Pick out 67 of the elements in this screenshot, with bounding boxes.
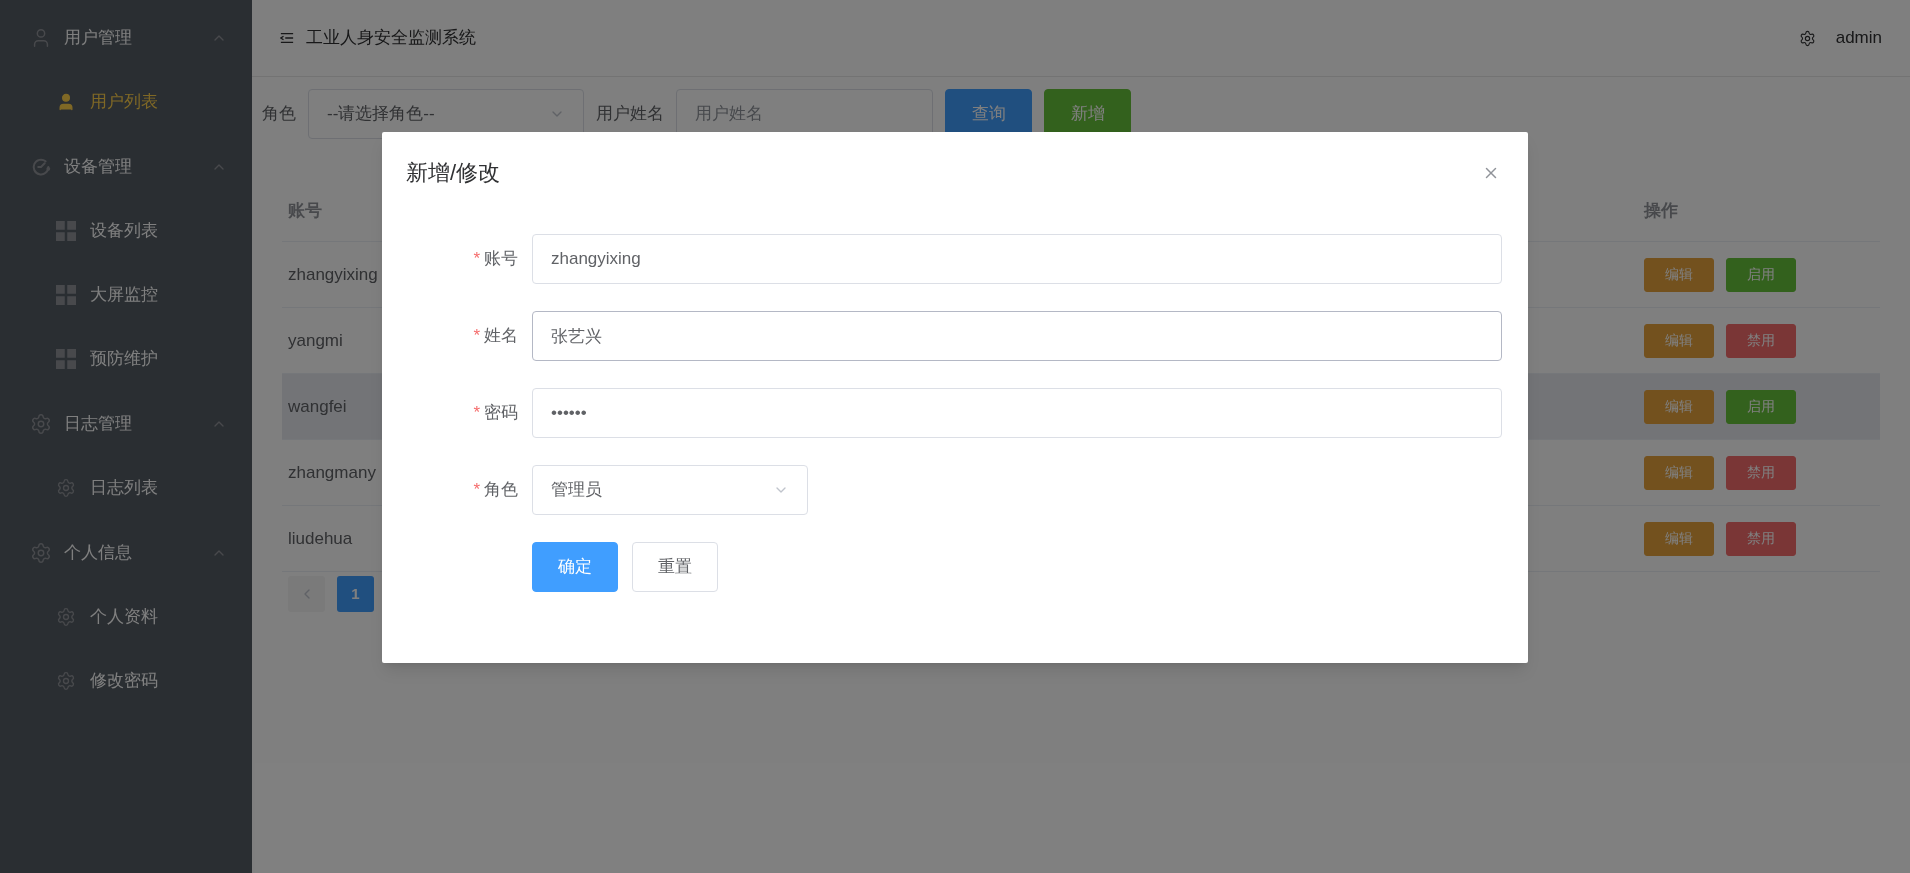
menu-group-label: 设备管理 <box>64 155 133 178</box>
menu-group[interactable]: 用户管理 <box>0 5 252 70</box>
menu-group[interactable]: 个人信息 <box>0 520 252 585</box>
settings-icon[interactable] <box>1798 29 1816 47</box>
menu-item[interactable]: 日志列表 <box>0 456 252 520</box>
menu-item[interactable]: 个人资料 <box>0 585 252 649</box>
menu-item[interactable]: 预防维护 <box>0 327 252 391</box>
row-action-button[interactable]: 编辑 <box>1644 323 1714 358</box>
menu-icon[interactable] <box>280 31 294 45</box>
menu-item-label: 用户列表 <box>90 91 158 114</box>
text-field[interactable]: 张艺兴 <box>532 311 1502 361</box>
menu-item-label: 修改密码 <box>90 670 158 693</box>
dialog-button[interactable]: 确定 <box>532 542 618 592</box>
grid-icon <box>56 221 76 241</box>
gear-icon <box>56 478 76 498</box>
menu-group[interactable]: 设备管理 <box>0 134 252 199</box>
gear-icon <box>30 541 52 564</box>
menu-item-label: 个人资料 <box>90 606 158 629</box>
required-mark: * <box>473 248 480 271</box>
table-cell-text: liudehua <box>288 527 353 550</box>
menu-item-label: 设备列表 <box>90 220 158 243</box>
required-mark: * <box>473 479 480 502</box>
menu-group-label: 个人信息 <box>64 541 133 564</box>
row-action-button[interactable]: 禁用 <box>1726 323 1796 358</box>
field-label: 账号 <box>484 248 518 271</box>
row-action-button[interactable]: 编辑 <box>1644 257 1714 292</box>
text-field[interactable]: zhangyixing <box>532 234 1502 284</box>
menu-item[interactable]: 修改密码 <box>0 649 252 713</box>
menu-item[interactable]: 用户列表 <box>0 70 252 134</box>
table-cell-text: zhangyixing <box>288 263 378 286</box>
row-action-button[interactable]: 禁用 <box>1726 455 1796 490</box>
menu-group[interactable]: 日志管理 <box>0 391 252 456</box>
page-button[interactable]: 1 <box>337 576 374 612</box>
gear-icon <box>56 607 76 627</box>
role-label: 角色 <box>262 103 296 126</box>
text-field[interactable]: •••••• <box>532 388 1502 438</box>
role-select[interactable]: 管理员 <box>532 465 808 515</box>
app-title: 工业人身安全监测系统 <box>306 27 477 50</box>
menu-group-label: 日志管理 <box>64 412 133 435</box>
menu-item[interactable]: 大屏监控 <box>0 263 252 327</box>
grid-icon <box>56 349 76 369</box>
row-action-button[interactable]: 编辑 <box>1644 521 1714 556</box>
menu-item-label: 日志列表 <box>90 477 158 500</box>
gear-icon <box>56 671 76 691</box>
required-mark: * <box>473 402 480 425</box>
table-cell-text: zhangmany <box>288 461 376 484</box>
field-label: 密码 <box>484 402 518 425</box>
row-action-button[interactable]: 启用 <box>1726 389 1796 424</box>
table-cell-text: wangfei <box>288 395 347 418</box>
row-action-button[interactable]: 启用 <box>1726 257 1796 292</box>
gear-icon <box>30 412 52 435</box>
field-label: 姓名 <box>484 325 518 348</box>
row-action-button[interactable]: 编辑 <box>1644 389 1714 424</box>
menu-item-label: 预防维护 <box>90 348 158 371</box>
field-label: 角色 <box>484 479 518 502</box>
table-cell-text: yangmi <box>288 329 343 352</box>
row-action-button[interactable]: 禁用 <box>1726 521 1796 556</box>
grid-icon <box>56 285 76 305</box>
required-mark: * <box>473 325 480 348</box>
user-name[interactable]: admin <box>1835 25 1882 51</box>
menu-item[interactable]: 设备列表 <box>0 199 252 263</box>
menu-group-label: 用户管理 <box>64 26 133 49</box>
dialog-button[interactable]: 重置 <box>632 542 718 592</box>
menu-item-label: 大屏监控 <box>90 284 158 307</box>
row-action-button[interactable]: 编辑 <box>1644 455 1714 490</box>
name-label: 用户姓名 <box>596 103 664 126</box>
dialog-title: 新增/修改 <box>406 159 501 187</box>
